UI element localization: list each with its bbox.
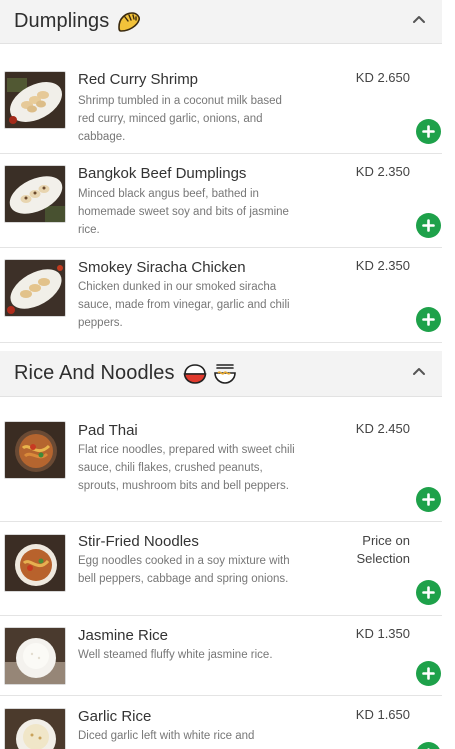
- item-price: KD 2.350: [355, 258, 410, 273]
- item-price: KD 1.650: [355, 707, 410, 722]
- item-name: Bangkok Beef Dumplings: [78, 165, 247, 182]
- section-title: Rice And Noodles: [14, 362, 175, 384]
- item-description: Flat rice noodles, prepared with sweet c…: [78, 444, 295, 492]
- add-to-cart-button[interactable]: [416, 580, 441, 605]
- item-name: Jasmine Rice: [78, 627, 169, 644]
- menu-item[interactable]: Bangkok Beef Dumplings KD 2.350 Minced b…: [0, 154, 442, 248]
- section-header-rice-and-noodles[interactable]: Rice And Noodles: [0, 351, 442, 397]
- item-price: KD 2.350: [355, 164, 410, 179]
- menu-item[interactable]: Smokey Siracha Chicken KD 2.350 Chicken …: [0, 248, 442, 343]
- item-name: Smokey Siracha Chicken: [78, 259, 246, 276]
- plus-icon: [422, 219, 435, 232]
- item-price: KD 2.650: [355, 70, 410, 85]
- add-to-cart-button[interactable]: [416, 661, 441, 686]
- chevron-up-icon[interactable]: [412, 12, 426, 26]
- item-name: Red Curry Shrimp: [78, 71, 199, 88]
- plus-icon: [422, 125, 435, 138]
- noodle-bowl-icon: [213, 363, 236, 384]
- menu-item[interactable]: Jasmine Rice KD 1.350 Well steamed fluff…: [0, 616, 442, 696]
- rice-photo: [4, 708, 66, 749]
- item-price: KD 2.450: [355, 421, 410, 436]
- menu-item[interactable]: Garlic Rice KD 1.650 Diced garlic left w…: [0, 696, 442, 749]
- item-description: Diced garlic left with white rice and: [78, 730, 255, 742]
- dumpling-icon: [118, 11, 141, 32]
- dumplings-photo: [4, 165, 66, 223]
- plus-icon: [422, 493, 435, 506]
- item-description: Egg noodles cooked in a soy mixture with…: [78, 555, 290, 585]
- item-description: Shrimp tumbled in a coconut milk based r…: [78, 95, 282, 143]
- section-title: Dumplings: [14, 10, 110, 32]
- add-to-cart-button[interactable]: [416, 487, 441, 512]
- menu-item[interactable]: Pad Thai KD 2.450 Flat rice noodles, pre…: [0, 410, 442, 522]
- item-description: Minced black angus beef, bathed in homem…: [78, 188, 289, 236]
- noodles-photo: [4, 421, 66, 479]
- item-price: KD 1.350: [355, 626, 410, 641]
- item-description: Well steamed fluffy white jasmine rice.: [78, 649, 273, 661]
- add-to-cart-button[interactable]: [416, 307, 441, 332]
- rice-bowl-icon: [183, 363, 206, 384]
- plus-icon: [422, 586, 435, 599]
- item-price-line2: Selection: [356, 551, 410, 566]
- plus-icon: [422, 667, 435, 680]
- rice-photo: [4, 627, 66, 685]
- chevron-up-icon[interactable]: [412, 364, 426, 378]
- plus-icon: [422, 313, 435, 326]
- item-name: Stir-Fried Noodles: [78, 533, 199, 550]
- noodles-photo: [4, 534, 66, 592]
- add-to-cart-button[interactable]: [416, 213, 441, 238]
- menu-item[interactable]: Red Curry Shrimp KD 2.650 Shrimp tumbled…: [0, 59, 442, 154]
- dumplings-photo: [4, 71, 66, 129]
- item-name: Garlic Rice: [78, 708, 152, 725]
- add-to-cart-button[interactable]: [416, 742, 441, 749]
- add-to-cart-button[interactable]: [416, 119, 441, 144]
- item-description: Chicken dunked in our smoked siracha sau…: [78, 281, 290, 329]
- section-header-dumplings[interactable]: Dumplings: [0, 0, 442, 44]
- dumplings-photo: [4, 259, 66, 317]
- menu-item[interactable]: Stir-Fried Noodles Price on Selection Eg…: [0, 522, 442, 616]
- item-name: Pad Thai: [78, 422, 138, 439]
- item-price-line1: Price on: [362, 533, 410, 548]
